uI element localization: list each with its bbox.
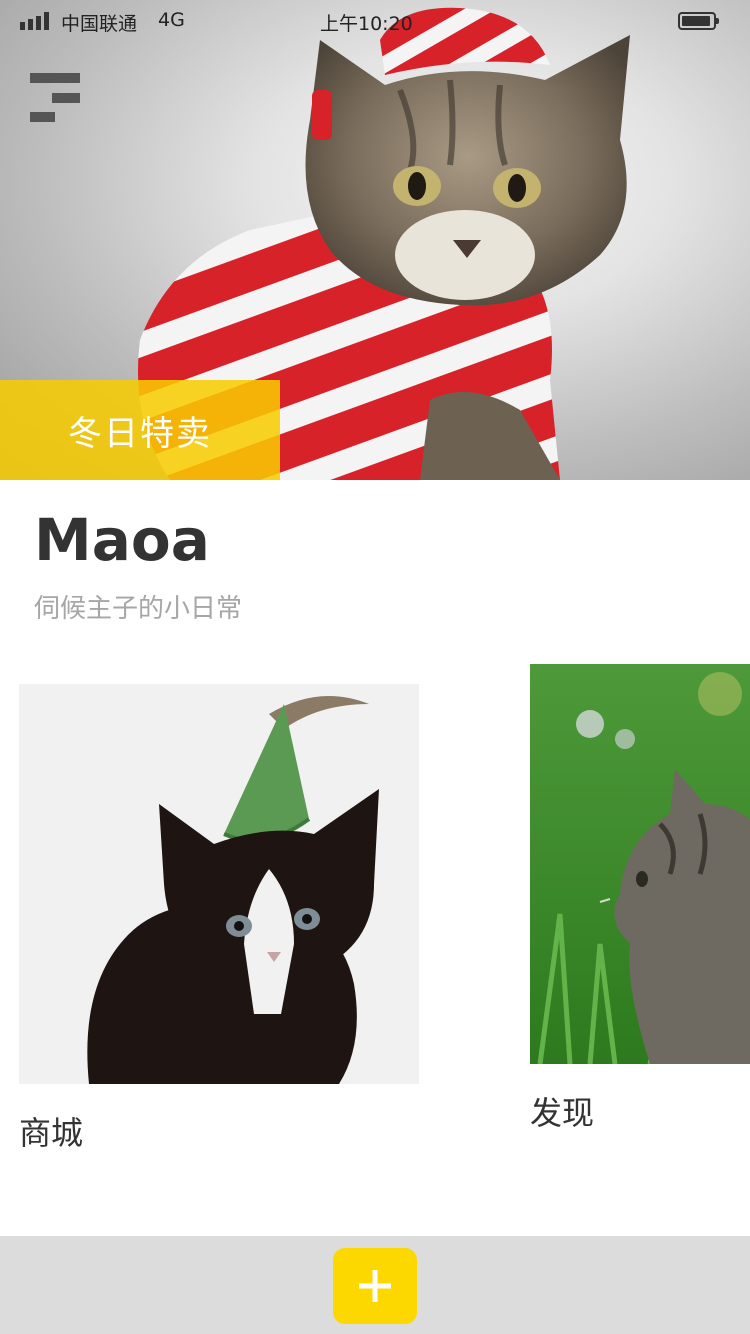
- card-shop-image: [19, 684, 419, 1084]
- carrier-name: 中国联通: [61, 13, 138, 35]
- bottom-bar: [0, 1236, 750, 1334]
- card-shop-label: 商城: [19, 1114, 84, 1152]
- card-discover-label: 发现: [530, 1094, 595, 1132]
- brand-subtitle: 伺候主子的小日常: [34, 594, 243, 624]
- add-button[interactable]: [333, 1248, 417, 1324]
- card-discover[interactable]: 发现: [530, 664, 750, 1144]
- status-time: 上午10:20: [320, 13, 413, 35]
- plus-icon: [359, 1270, 391, 1302]
- signal-icon: [20, 12, 52, 30]
- status-bar: 中国联通 4G 上午10:20: [0, 0, 750, 40]
- network-type: 4G: [158, 9, 185, 31]
- menu-icon[interactable]: [30, 73, 82, 125]
- promo-tag[interactable]: 冬日特卖: [0, 380, 280, 480]
- battery-icon: [678, 12, 719, 30]
- card-discover-image: [530, 664, 750, 1064]
- brand-title: Maoa: [34, 506, 210, 574]
- hero-banner[interactable]: 中国联通 4G 上午10:20 冬日特卖: [0, 0, 750, 480]
- card-shop[interactable]: 商城: [19, 684, 419, 1164]
